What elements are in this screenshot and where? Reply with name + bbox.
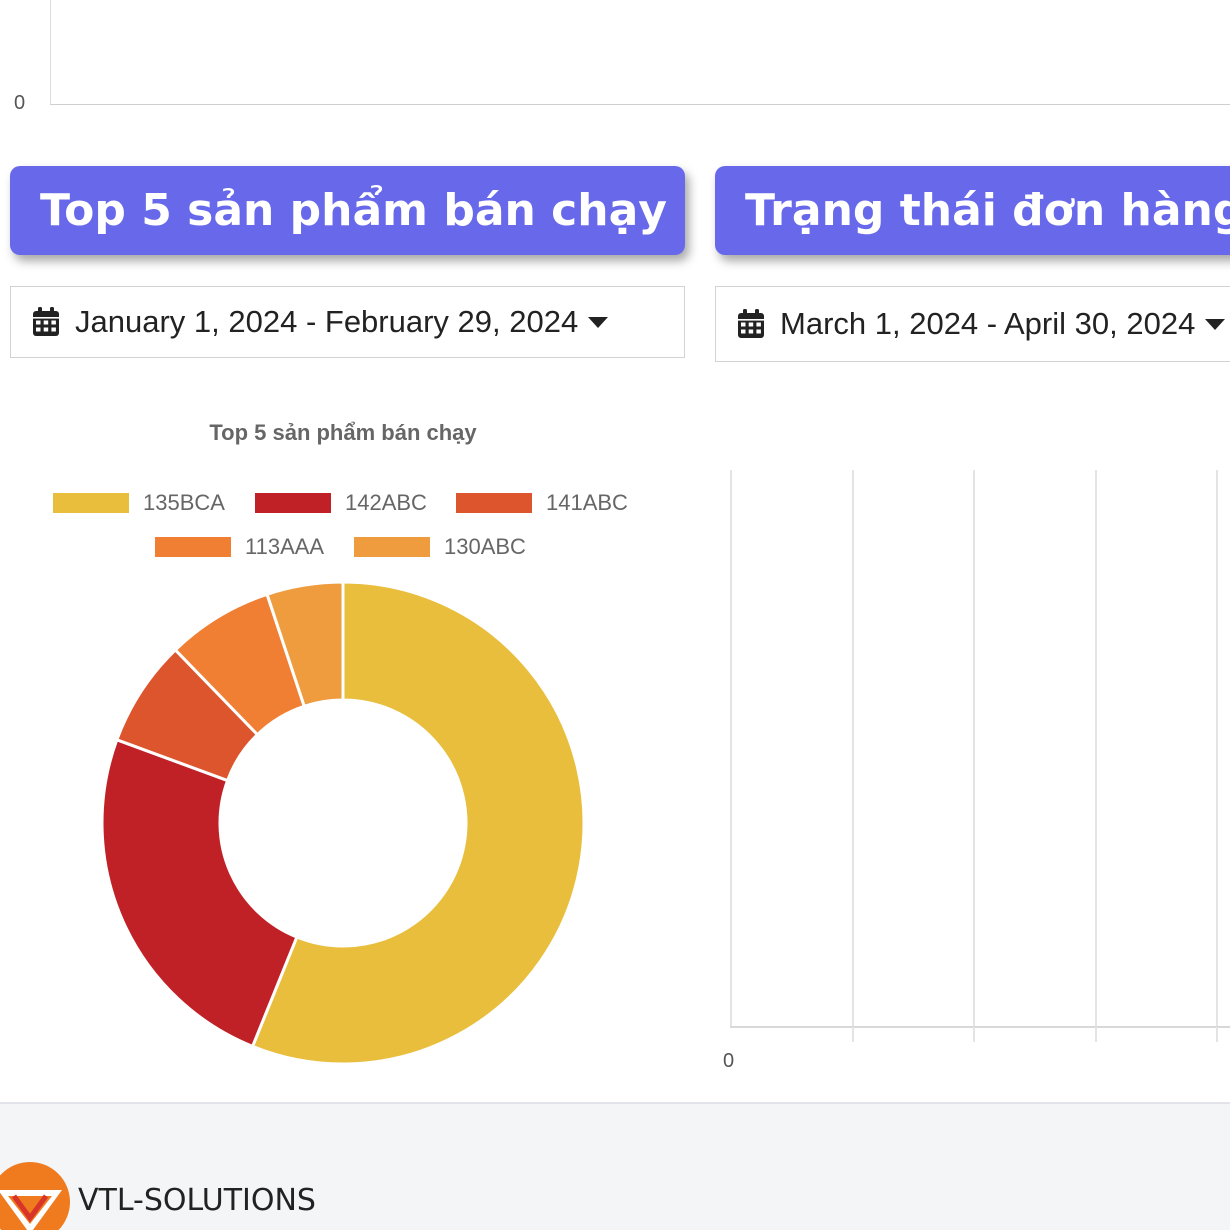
legend-label: 135BCA bbox=[143, 490, 225, 515]
legend-item-141ABC[interactable]: 141ABC bbox=[456, 490, 628, 516]
calendar-icon bbox=[738, 309, 764, 338]
top-products-date-range-picker[interactable]: January 1, 2024 - February 29, 2024 bbox=[10, 286, 685, 358]
legend-swatch bbox=[354, 537, 430, 557]
order-status-date-range-text: March 1, 2024 - April 30, 2024 bbox=[780, 306, 1196, 341]
grid-line bbox=[852, 470, 854, 1027]
legend-swatch bbox=[255, 493, 331, 513]
vtl-logo-icon bbox=[0, 1162, 70, 1230]
footer-brand: VTL-SOLUTIONS bbox=[78, 1183, 316, 1218]
x-axis-tick bbox=[852, 1027, 854, 1042]
top-products-header: Top 5 sản phẩm bán chạy bbox=[10, 166, 685, 255]
x-axis-tick bbox=[973, 1027, 975, 1042]
grid-line bbox=[973, 470, 975, 1027]
grid-line bbox=[1095, 470, 1097, 1027]
order-status-header: Trạng thái đơn hàng bbox=[715, 166, 1230, 255]
legend-item-142ABC[interactable]: 142ABC bbox=[255, 490, 427, 516]
legend-label: 130ABC bbox=[444, 534, 526, 559]
legend-label: 141ABC bbox=[546, 490, 628, 515]
legend-swatch bbox=[456, 493, 532, 513]
dashboard-content: 0 Top 5 sản phẩm bán chạy Trạng thái đơn… bbox=[0, 0, 1230, 1104]
x-axis-tick bbox=[1095, 1027, 1097, 1042]
donut-chart bbox=[100, 580, 586, 1066]
order-status-date-range-picker[interactable]: March 1, 2024 - April 30, 2024 bbox=[715, 286, 1230, 362]
x-axis-line bbox=[730, 1026, 1230, 1028]
page: 0 Top 5 sản phẩm bán chạy Trạng thái đơn… bbox=[0, 0, 1230, 1230]
calendar-icon bbox=[33, 307, 59, 336]
legend-item-113AAA[interactable]: 113AAA bbox=[155, 534, 324, 560]
caret-down-icon bbox=[588, 316, 609, 328]
donut-chart-title: Top 5 sản phẩm bán chạy bbox=[209, 420, 477, 445]
legend-item-130ABC[interactable]: 130ABC bbox=[354, 534, 526, 560]
x-axis-tick bbox=[1216, 1027, 1218, 1042]
legend-label: 113AAA bbox=[245, 534, 325, 559]
top-chart-axis bbox=[50, 0, 1230, 105]
grid-line bbox=[730, 470, 732, 1027]
top-chart-zero-label: 0 bbox=[14, 92, 26, 114]
order-status-chart bbox=[730, 470, 1230, 1042]
caret-down-icon bbox=[1205, 318, 1226, 330]
legend-swatch bbox=[155, 537, 231, 557]
legend-swatch bbox=[53, 493, 129, 513]
top-products-date-range-text: January 1, 2024 - February 29, 2024 bbox=[75, 304, 579, 339]
order-status-zero-label: 0 bbox=[723, 1050, 735, 1072]
legend-label: 142ABC bbox=[345, 490, 427, 515]
grid-line bbox=[1216, 470, 1218, 1027]
legend-item-135BCA[interactable]: 135BCA bbox=[53, 490, 225, 516]
donut-slice-142ABC[interactable] bbox=[100, 737, 299, 1049]
